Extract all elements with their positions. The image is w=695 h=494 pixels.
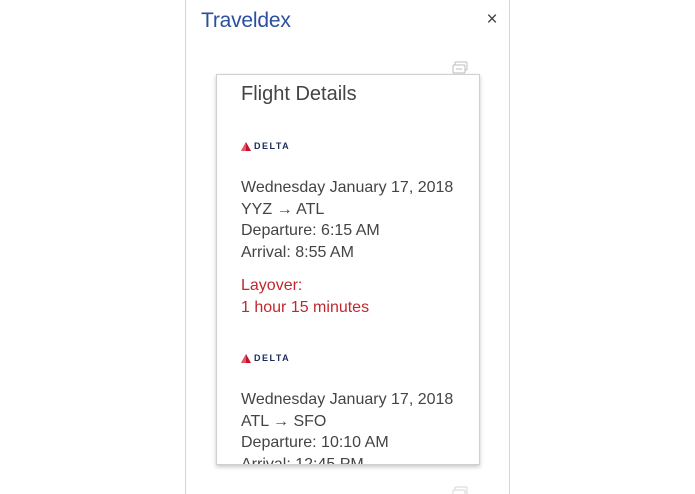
close-icon[interactable]: × — [484, 10, 500, 29]
card-stack-icon[interactable] — [452, 486, 470, 494]
airline-name: DELTA — [254, 141, 291, 151]
flight-details-card: Flight Details DELTA Wednesday January 1… — [216, 74, 480, 465]
flight-info: Wednesday January 17, 2018 ATL → SFO Dep… — [241, 389, 471, 465]
delta-logo-icon — [241, 353, 251, 363]
traveldex-pane: Traveldex × Flight Details DELTA Wednesd… — [185, 0, 510, 494]
arrival-time: Arrival: 8:55 AM — [241, 243, 354, 261]
arrival-time: Arrival: 12:45 PM — [241, 455, 364, 465]
flight-segment: DELTA Wednesday January 17, 2018 YYZ → A… — [241, 141, 471, 263]
flight-date: Wednesday January 17, 2018 — [241, 391, 454, 408]
flight-info: Wednesday January 17, 2018 YYZ → ATL Dep… — [241, 177, 471, 263]
flight-segment: DELTA Wednesday January 17, 2018 ATL → S… — [241, 353, 471, 465]
layover-info: Layover: 1 hour 15 minutes — [241, 275, 369, 318]
page: Traveldex × Flight Details DELTA Wednesd… — [0, 0, 695, 494]
pane-title: Traveldex — [201, 9, 291, 32]
card-heading: Flight Details — [241, 83, 357, 105]
airline-row: DELTA — [241, 141, 471, 151]
delta-logo-icon — [241, 141, 251, 151]
layover-duration: 1 hour 15 minutes — [241, 298, 370, 316]
departure-time: Departure: 6:15 AM — [241, 222, 380, 239]
card-stack-icon[interactable] — [452, 61, 470, 75]
airline-row: DELTA — [241, 353, 471, 363]
departure-time: Departure: 10:10 AM — [241, 434, 389, 451]
flight-route: YYZ → ATL — [241, 200, 325, 218]
flight-date: Wednesday January 17, 2018 — [241, 179, 454, 196]
flight-route: ATL → SFO — [241, 412, 327, 430]
layover-label: Layover: — [241, 277, 303, 294]
airline-name: DELTA — [254, 353, 291, 363]
